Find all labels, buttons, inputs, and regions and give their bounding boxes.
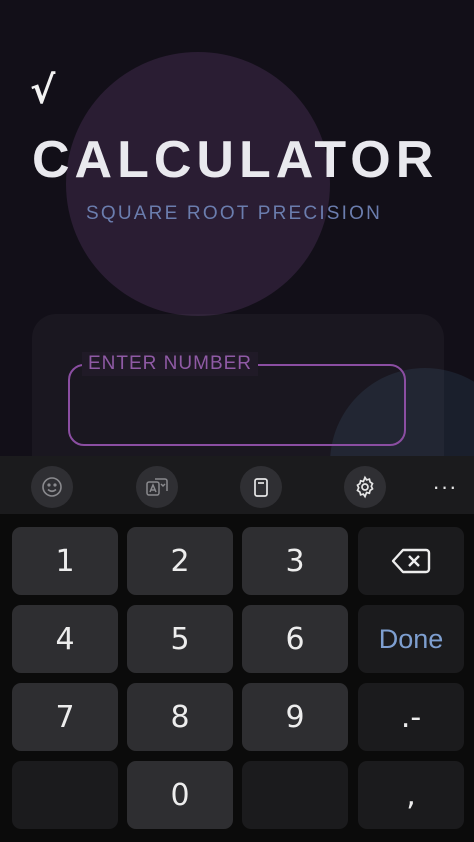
key-2[interactable]: 2 <box>127 527 233 595</box>
settings-icon[interactable] <box>344 466 386 508</box>
numeric-keyboard: 1 2 3 4 5 6 Done 7 8 9 .- 0 , <box>0 514 474 842</box>
app-subtitle: SQUARE ROOT PRECISION <box>86 203 383 224</box>
comma-key[interactable]: , <box>358 761 464 829</box>
key-3[interactable]: 3 <box>242 527 348 595</box>
key-0[interactable]: 0 <box>127 761 233 829</box>
key-9[interactable]: 9 <box>242 683 348 751</box>
key-4[interactable]: 4 <box>12 605 118 673</box>
key-5[interactable]: 5 <box>127 605 233 673</box>
more-options-icon[interactable]: ··· <box>424 466 466 508</box>
backspace-key[interactable] <box>358 527 464 595</box>
key-8[interactable]: 8 <box>127 683 233 751</box>
key-1[interactable]: 1 <box>12 527 118 595</box>
number-field-label: ENTER NUMBER <box>82 352 259 376</box>
number-input[interactable] <box>86 380 386 430</box>
calculator-app: √ CALCULATOR SQUARE ROOT PRECISION ENTER… <box>0 0 474 456</box>
translate-icon[interactable] <box>136 466 178 508</box>
app-title: CALCULATOR <box>32 131 439 189</box>
sqrt-logo-icon: √ <box>30 68 56 112</box>
emoji-icon[interactable] <box>31 466 73 508</box>
backspace-icon <box>391 548 431 574</box>
clipboard-icon[interactable] <box>240 466 282 508</box>
dot-minus-key[interactable]: .- <box>358 683 464 751</box>
done-key[interactable]: Done <box>358 605 464 673</box>
keyboard-toolbar: ··· <box>0 456 474 514</box>
blank-key <box>12 761 118 829</box>
key-7[interactable]: 7 <box>12 683 118 751</box>
key-6[interactable]: 6 <box>242 605 348 673</box>
blank-key <box>242 761 348 829</box>
